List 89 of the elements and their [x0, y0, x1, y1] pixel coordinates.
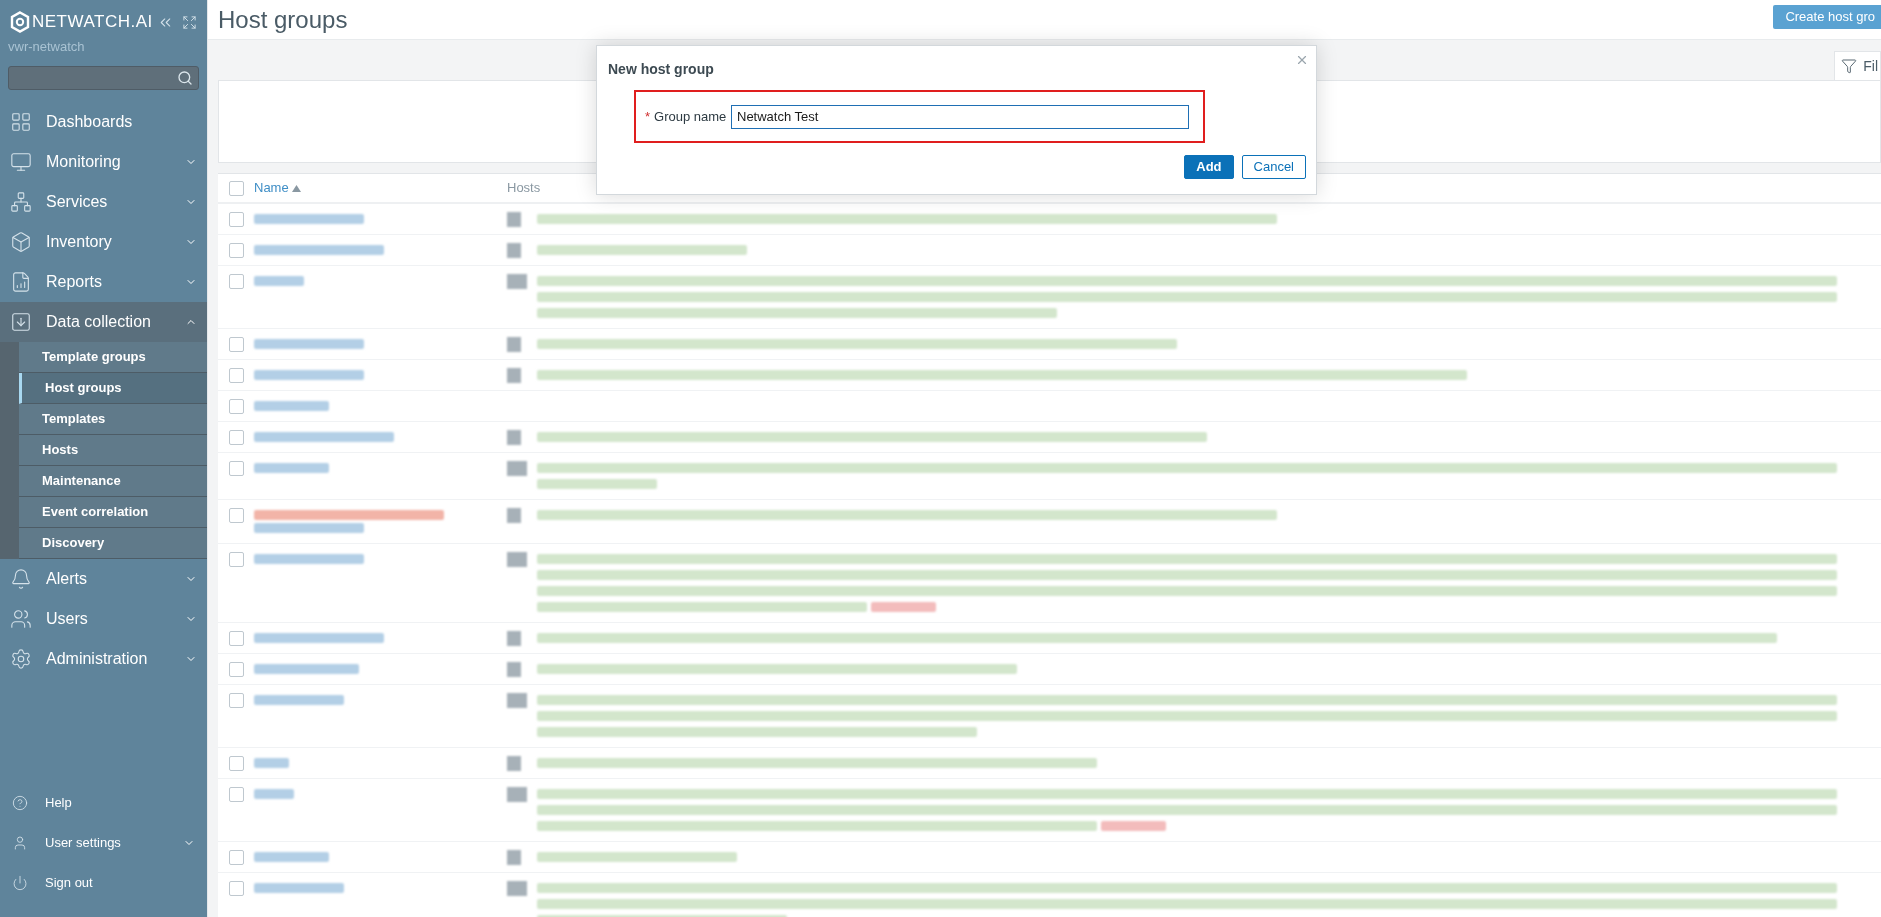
count-badge: [507, 881, 527, 896]
row-checkbox[interactable]: [228, 337, 244, 352]
redacted-text: [254, 789, 294, 799]
row-checkbox[interactable]: [228, 787, 244, 802]
filter-tab[interactable]: Fil: [1834, 51, 1881, 80]
nav-item[interactable]: Dashboards: [0, 101, 207, 142]
nav-item[interactable]: Users: [0, 598, 207, 639]
logo-icon: [10, 11, 30, 33]
submenu-item[interactable]: Templates: [19, 403, 207, 435]
submenu-item[interactable]: Discovery: [19, 527, 207, 559]
server-name: vwr-netwatch: [7, 38, 86, 56]
count-badge: [507, 274, 527, 289]
box-icon: [10, 230, 32, 253]
group-name-field[interactable]: Netwatch Test: [731, 104, 1189, 129]
add-button[interactable]: Add: [1184, 155, 1234, 179]
row-checkbox[interactable]: [228, 508, 244, 523]
row-checkbox[interactable]: [228, 850, 244, 865]
row-checkbox[interactable]: [228, 662, 244, 677]
count-badge: [507, 552, 527, 567]
row-checkbox[interactable]: [228, 756, 244, 771]
nav-item[interactable]: Sign out: [0, 863, 207, 903]
count-badge: [507, 850, 521, 865]
nav-item[interactable]: User settings: [0, 823, 207, 863]
help-icon: [12, 795, 28, 811]
count-badge: [507, 693, 527, 708]
settings-icon: [10, 647, 32, 670]
count-badge: [507, 337, 521, 352]
close-icon[interactable]: [1295, 53, 1309, 67]
redacted-text: [1101, 821, 1166, 831]
hierarchy-icon: [10, 190, 32, 213]
count-badge: [507, 787, 527, 802]
grid-icon: [10, 110, 32, 133]
row-checkbox[interactable]: [228, 693, 244, 708]
nav-item[interactable]: Services: [0, 181, 207, 222]
column-header: Hosts: [507, 179, 541, 198]
download-icon: [10, 310, 32, 333]
expand-icon[interactable]: [182, 14, 197, 30]
count-badge: [507, 508, 521, 523]
sort-up-icon: [291, 184, 301, 192]
count-badge: [507, 368, 521, 383]
count-badge: [507, 631, 521, 646]
bell-icon: [10, 567, 32, 590]
submenu-item[interactable]: Host groups: [19, 372, 207, 404]
redacted-text: [254, 276, 304, 286]
logo-text: NETWATCH.AI: [32, 11, 153, 34]
dialog-title: New host group: [608, 60, 715, 79]
create-host-group-button[interactable]: Create host gro: [1773, 5, 1881, 29]
count-badge: [507, 461, 527, 476]
count-badge: [507, 756, 521, 771]
row-checkbox[interactable]: [228, 881, 244, 896]
nav-item[interactable]: Inventory: [0, 221, 207, 262]
filter-icon: [1841, 58, 1858, 74]
nav-item[interactable]: Help: [0, 783, 207, 823]
user-icon: [12, 835, 28, 851]
count-badge: [507, 430, 521, 445]
row-checkbox[interactable]: [228, 212, 244, 227]
count-badge: [507, 212, 521, 227]
cancel-button[interactable]: Cancel: [1241, 155, 1306, 179]
redacted-text: [871, 602, 936, 612]
field-label: * Group name: [645, 107, 725, 126]
nav-item[interactable]: Reports: [0, 261, 207, 302]
monitor-icon: [10, 150, 32, 173]
row-checkbox[interactable]: [228, 399, 244, 414]
row-checkbox[interactable]: [228, 552, 244, 567]
power-icon: [12, 875, 28, 891]
row-checkbox[interactable]: [228, 631, 244, 646]
redacted-text: [254, 758, 289, 768]
search-icon: [177, 69, 193, 86]
submenu-item[interactable]: Event correlation: [19, 496, 207, 528]
nav-item[interactable]: Administration: [0, 638, 207, 679]
count-badge: [507, 662, 521, 677]
nav-item[interactable]: Monitoring: [0, 141, 207, 182]
nav-item[interactable]: Data collection: [0, 301, 207, 342]
row-checkbox[interactable]: [228, 430, 244, 445]
row-checkbox[interactable]: [228, 461, 244, 476]
row-checkbox[interactable]: [228, 368, 244, 383]
report-icon: [10, 270, 32, 293]
column-header[interactable]: Name: [254, 178, 507, 198]
users-icon: [10, 607, 32, 630]
search-field[interactable]: [8, 65, 199, 90]
submenu-item[interactable]: Hosts: [19, 434, 207, 466]
row-checkbox[interactable]: [228, 274, 244, 289]
page-title: Host groups: [218, 4, 349, 35]
select-all-checkbox[interactable]: [228, 180, 244, 196]
nav-item[interactable]: Alerts: [0, 558, 207, 599]
submenu-item[interactable]: Template groups: [19, 341, 207, 373]
row-checkbox[interactable]: [228, 243, 244, 258]
count-badge: [507, 243, 521, 258]
submenu-item[interactable]: Maintenance: [19, 465, 207, 497]
